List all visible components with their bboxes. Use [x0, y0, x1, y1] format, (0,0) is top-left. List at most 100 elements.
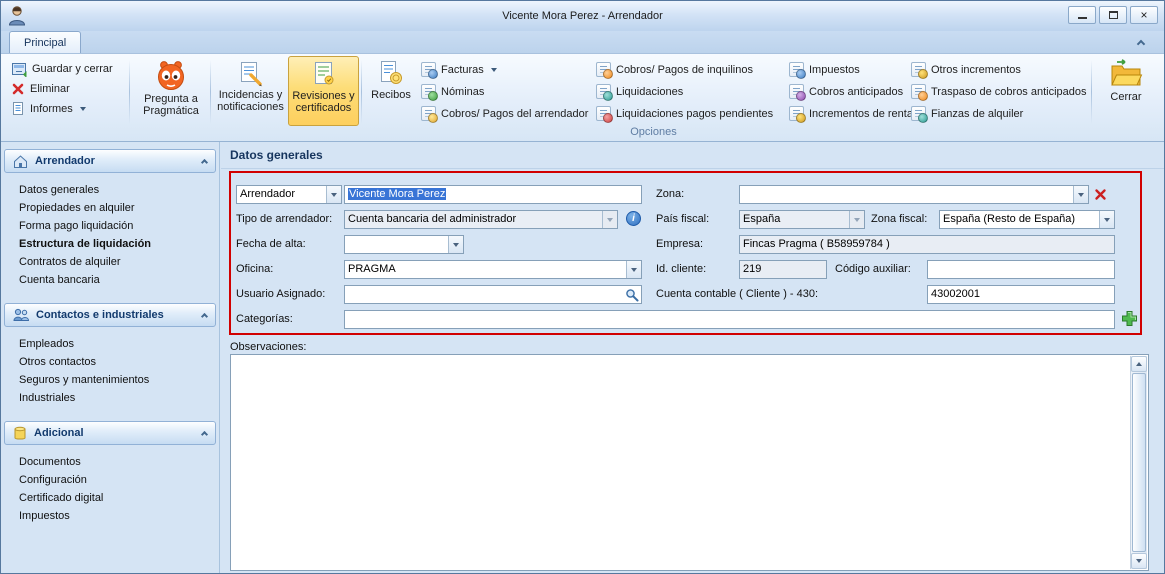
- ribbon-group-label: Opciones: [361, 126, 946, 138]
- chevron-up-icon: [1137, 39, 1145, 47]
- add-categoria-button[interactable]: [1120, 309, 1139, 328]
- impuestos-button[interactable]: Impuestos: [789, 60, 860, 79]
- cobros-pagos-inquilinos-button[interactable]: Cobros/ Pagos de inquilinos: [596, 60, 753, 79]
- sidebar-item-configuracion[interactable]: Configuración: [1, 471, 219, 489]
- reports-icon: [11, 101, 25, 116]
- nominas-icon: [421, 84, 436, 99]
- database-icon: [13, 426, 27, 441]
- sidebar-item-cuenta-bancaria[interactable]: Cuenta bancaria: [1, 271, 219, 289]
- chevron-down-icon[interactable]: [1073, 186, 1088, 203]
- coins-icon: [421, 106, 436, 121]
- sidebar-item-contratos[interactable]: Contratos de alquiler: [1, 253, 219, 271]
- person-app-icon: [7, 5, 27, 27]
- liquidaciones-button[interactable]: Liquidaciones: [596, 82, 683, 101]
- chevron-down-icon[interactable]: [448, 236, 463, 253]
- scroll-up-button[interactable]: [1131, 356, 1147, 372]
- tipo-arrendador-combo[interactable]: Cuenta bancaria del administrador: [344, 210, 618, 229]
- usuario-asignado-field[interactable]: [344, 285, 642, 304]
- pais-fiscal-label: País fiscal:: [656, 210, 709, 229]
- close-button[interactable]: ×: [1130, 6, 1158, 24]
- arrendador-selector-combo[interactable]: Arrendador: [236, 185, 342, 204]
- recibos-button[interactable]: Recibos: [365, 56, 417, 126]
- facturas-button[interactable]: Facturas: [421, 60, 497, 79]
- categorias-field[interactable]: [344, 310, 1115, 329]
- cobros-anticipados-icon: [789, 84, 804, 99]
- revisiones-button[interactable]: Revisiones y certificados: [288, 56, 359, 126]
- reports-button[interactable]: Informes: [7, 99, 90, 118]
- ribbon-collapse-button[interactable]: [1132, 34, 1150, 50]
- delete-button[interactable]: Eliminar: [7, 79, 74, 98]
- info-icon[interactable]: i: [626, 211, 641, 226]
- id-cliente-field: 219: [739, 260, 827, 279]
- sidebar-item-documentos[interactable]: Documentos: [1, 453, 219, 471]
- zona-combo[interactable]: [739, 185, 1089, 204]
- fecha-alta-label: Fecha de alta:: [236, 235, 306, 254]
- cerrar-button[interactable]: Cerrar: [1099, 56, 1153, 126]
- chevron-down-icon: [1136, 559, 1142, 563]
- nominas-button[interactable]: Nóminas: [421, 82, 484, 101]
- incidencias-button[interactable]: Incidencias y notificaciones: [215, 56, 286, 126]
- chevron-down-icon[interactable]: [626, 261, 641, 278]
- cobros-anticipados-button[interactable]: Cobros anticipados: [789, 82, 903, 101]
- app-window: Vicente Mora Perez - Arrendador × Princi…: [0, 0, 1165, 574]
- sidebar-item-propiedades[interactable]: Propiedades en alquiler: [1, 199, 219, 217]
- usuario-asignado-label: Usuario Asignado:: [236, 285, 325, 304]
- pregunta-pragmatica-button[interactable]: Pregunta a Pragmática: [134, 56, 208, 126]
- sidebar-item-industriales[interactable]: Industriales: [1, 389, 219, 407]
- sidebar-item-impuestos[interactable]: Impuestos: [1, 507, 219, 525]
- codigo-auxiliar-field[interactable]: [927, 260, 1115, 279]
- fianzas-alquiler-button[interactable]: Fianzas de alquiler: [911, 104, 1023, 123]
- clear-x-icon: [1094, 188, 1107, 201]
- chevron-down-icon: [491, 68, 497, 72]
- people-icon: [13, 308, 29, 322]
- sidebar-item-forma-pago[interactable]: Forma pago liquidación: [1, 217, 219, 235]
- otros-incrementos-button[interactable]: Otros incrementos: [911, 60, 1021, 79]
- certificate-icon: [310, 60, 338, 88]
- restore-button[interactable]: [1099, 6, 1127, 24]
- zona-fiscal-combo[interactable]: España (Resto de España): [939, 210, 1115, 229]
- traspaso-icon: [911, 84, 926, 99]
- note-pencil-icon: [237, 59, 265, 87]
- chevron-down-icon[interactable]: [326, 186, 341, 203]
- zona-label: Zona:: [656, 185, 684, 204]
- observaciones-textarea[interactable]: [230, 354, 1149, 571]
- tab-principal[interactable]: Principal: [9, 31, 81, 53]
- chevron-down-icon: [849, 211, 864, 228]
- traspaso-cobros-button[interactable]: Traspaso de cobros anticipados: [911, 82, 1087, 101]
- pais-fiscal-combo[interactable]: España: [739, 210, 865, 229]
- sidebar-section-arrendador[interactable]: Arrendador: [4, 149, 216, 173]
- sidebar-item-datos-generales[interactable]: Datos generales: [1, 181, 219, 199]
- oficina-label: Oficina:: [236, 260, 273, 279]
- vertical-scrollbar[interactable]: [1130, 356, 1147, 569]
- ribbon: Guardar y cerrar Eliminar Informes Pregu…: [1, 54, 1164, 142]
- sidebar-section-adicional[interactable]: Adicional: [4, 421, 216, 445]
- minimize-button[interactable]: [1068, 6, 1096, 24]
- incrementos-renta-button[interactable]: Incrementos de renta: [789, 104, 913, 123]
- chevron-up-icon: [201, 159, 208, 166]
- sidebar: Arrendador Datos generales Propiedades e…: [1, 142, 220, 573]
- impuestos-icon: [789, 62, 804, 77]
- nombre-field[interactable]: Vicente Mora Perez: [344, 185, 642, 204]
- restore-icon: [1109, 11, 1118, 19]
- sidebar-item-certificado[interactable]: Certificado digital: [1, 489, 219, 507]
- sidebar-section-contactos[interactable]: Contactos e industriales: [4, 303, 216, 327]
- clear-zona-button[interactable]: [1093, 187, 1108, 202]
- sidebar-item-empleados[interactable]: Empleados: [1, 335, 219, 353]
- sidebar-item-seguros[interactable]: Seguros y mantenimientos: [1, 371, 219, 389]
- search-icon[interactable]: [625, 288, 639, 302]
- save-close-button[interactable]: Guardar y cerrar: [7, 59, 117, 78]
- separator: [210, 60, 211, 124]
- scrollbar-thumb[interactable]: [1132, 373, 1146, 552]
- cobros-pagos-arrendador-button[interactable]: Cobros/ Pagos del arrendador: [421, 104, 588, 123]
- oficina-combo[interactable]: PRAGMA: [344, 260, 642, 279]
- scroll-down-button[interactable]: [1131, 553, 1147, 569]
- cuenta-contable-field[interactable]: 43002001: [927, 285, 1115, 304]
- liquidaciones-pendientes-button[interactable]: Liquidaciones pagos pendientes: [596, 104, 773, 123]
- fecha-alta-combo[interactable]: [344, 235, 464, 254]
- cuenta-contable-label: Cuenta contable ( Cliente ) - 430:: [656, 285, 818, 304]
- minimize-icon: [1078, 12, 1087, 19]
- sidebar-item-otros-contactos[interactable]: Otros contactos: [1, 353, 219, 371]
- chevron-down-icon[interactable]: [1099, 211, 1114, 228]
- sidebar-item-estructura[interactable]: Estructura de liquidación: [1, 235, 219, 253]
- house-icon: [13, 154, 28, 169]
